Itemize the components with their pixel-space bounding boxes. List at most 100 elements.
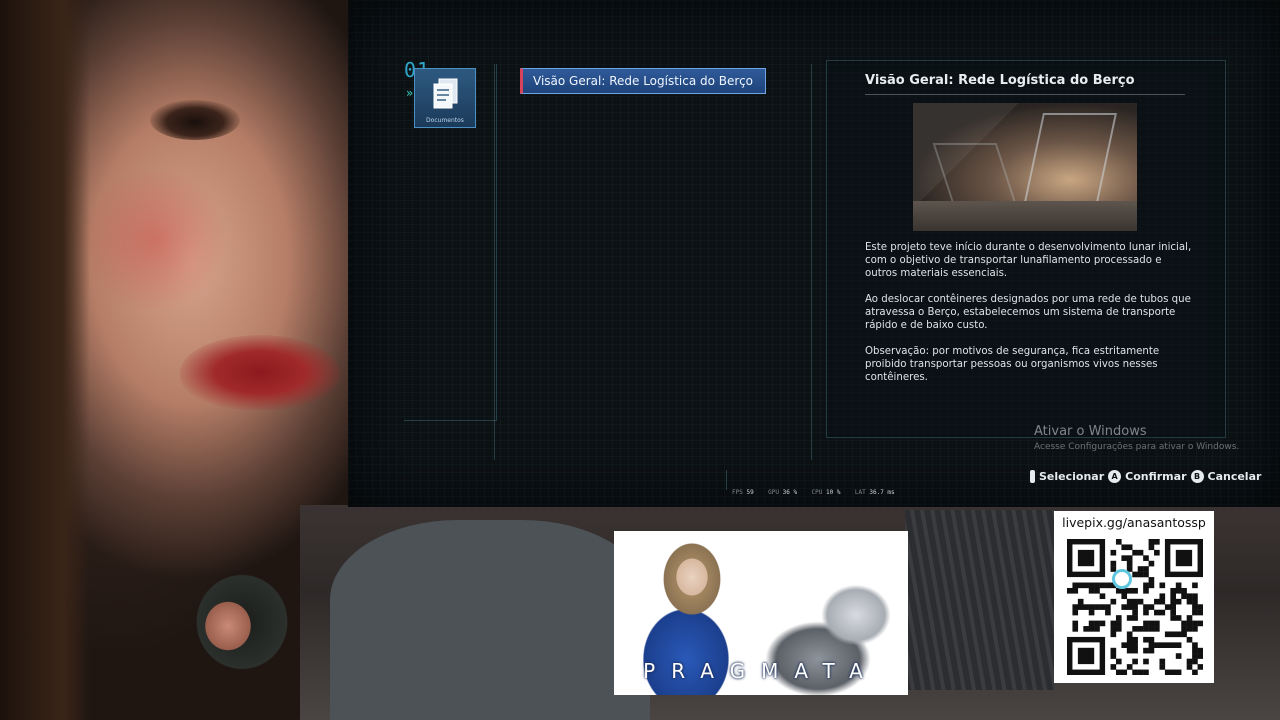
qr-module [1159, 593, 1166, 600]
documents-category-tile[interactable]: Documentos [414, 68, 476, 128]
qr-module [1192, 626, 1198, 632]
livepix-url: livepix.gg/anasantossp [1062, 515, 1206, 530]
qr-module [1143, 658, 1149, 665]
qr-module [1186, 615, 1193, 621]
qr-module [1094, 620, 1100, 627]
qr-module [1175, 669, 1182, 675]
qr-finder-pattern [1175, 549, 1193, 567]
qr-module [1181, 587, 1187, 594]
windows-activation-title: Ativar o Windows [1034, 424, 1147, 439]
qr-module [1072, 587, 1079, 594]
qr-module [1132, 636, 1138, 643]
qr-module [1143, 587, 1149, 594]
qr-module [1143, 609, 1149, 616]
qr-module [1132, 642, 1138, 648]
qr-module [1132, 669, 1138, 675]
category-label: Documentos [426, 117, 464, 124]
qr-module [1126, 555, 1133, 561]
qr-module [1110, 549, 1117, 556]
qr-module [1137, 626, 1144, 632]
qr-module [1154, 626, 1160, 632]
image-floor [913, 201, 1137, 231]
qr-finder-pattern [1077, 549, 1095, 567]
b-button-icon: B [1190, 470, 1204, 483]
detail-paragraph: Este projeto teve início durante o desen… [865, 242, 1192, 279]
qr-module [1164, 669, 1171, 675]
qr-module [1137, 549, 1144, 556]
gpu-label: GPU [768, 489, 779, 496]
qr-module [1077, 604, 1084, 610]
qr-module [1121, 555, 1128, 561]
qr-module [1148, 577, 1155, 583]
lat-value: 36.7 ms [869, 489, 895, 496]
qr-module [1099, 582, 1106, 589]
qr-module [1126, 560, 1133, 567]
qr-module [1181, 631, 1187, 638]
document-list-item-selected[interactable]: Visão Geral: Rede Logística do Berço [520, 68, 766, 94]
qr-module [1148, 620, 1155, 627]
qr-module [1192, 593, 1198, 600]
qr-module [1126, 631, 1133, 638]
qr-module [1159, 658, 1166, 665]
frame-connector [726, 470, 727, 490]
cpu-label: CPU [811, 489, 823, 496]
qr-module [1132, 658, 1138, 665]
qr-module [1143, 647, 1149, 654]
qr-module [1110, 664, 1117, 670]
detail-body: Este projeto teve início durante o desen… [865, 241, 1195, 397]
qr-module [1121, 669, 1128, 675]
qr-module [1175, 642, 1182, 648]
qr-module [1083, 604, 1089, 610]
qr-module [1175, 587, 1182, 594]
qr-module [1159, 642, 1166, 648]
streamer-avatar-overlay [186, 566, 298, 680]
qr-module [1170, 642, 1176, 648]
qr-module [1175, 598, 1182, 605]
qr-module [1148, 544, 1155, 551]
qr-module [1143, 604, 1149, 610]
fps-value: 59 [746, 489, 754, 496]
cancel-prompt[interactable]: Cancelar [1208, 470, 1262, 483]
webcam-window-blinds [905, 510, 1055, 690]
qr-module [1186, 593, 1193, 600]
game-capture-window: 01 » Documentos Visão Geral: Rede Logíst… [348, 0, 1280, 507]
qr-module [1110, 626, 1117, 632]
detail-divider [865, 94, 1185, 95]
qr-module [1175, 582, 1182, 589]
stream-scene: 01 » Documentos Visão Geral: Rede Logíst… [0, 0, 1280, 720]
qr-module [1192, 658, 1198, 665]
windows-activation-subtitle: Acesse Configurações para ativar o Windo… [1034, 442, 1240, 452]
qr-module [1132, 604, 1138, 610]
qr-module [1154, 620, 1160, 627]
qr-module [1148, 636, 1155, 643]
qr-module [1164, 631, 1171, 638]
qr-module [1132, 549, 1138, 556]
qr-module [1110, 598, 1117, 605]
qr-module [1132, 571, 1138, 578]
qr-module [1088, 620, 1095, 627]
gpu-value: 36 % [782, 489, 798, 496]
qr-module [1170, 598, 1176, 605]
fps-label: FPS [732, 489, 743, 496]
qr-module [1148, 560, 1155, 567]
qr-module [1072, 609, 1079, 616]
qr-module [1121, 593, 1128, 600]
qr-module [1105, 582, 1111, 589]
qr-module [1154, 598, 1160, 605]
qr-module [1088, 604, 1095, 610]
qr-module [1192, 642, 1198, 648]
select-prompt[interactable]: Selecionar [1039, 470, 1104, 483]
qr-module [1067, 587, 1073, 594]
qr-module [1115, 626, 1122, 632]
qr-module [1154, 549, 1160, 556]
qr-module [1110, 560, 1117, 567]
qr-module [1186, 598, 1193, 605]
a-button-icon: A [1108, 470, 1122, 483]
qr-module [1148, 647, 1155, 654]
qr-module [1137, 566, 1144, 572]
qr-module [1072, 582, 1079, 589]
qr-module [1197, 653, 1203, 659]
confirm-prompt[interactable]: Confirmar [1125, 470, 1186, 483]
qr-module [1072, 620, 1079, 627]
qr-module [1175, 653, 1182, 659]
